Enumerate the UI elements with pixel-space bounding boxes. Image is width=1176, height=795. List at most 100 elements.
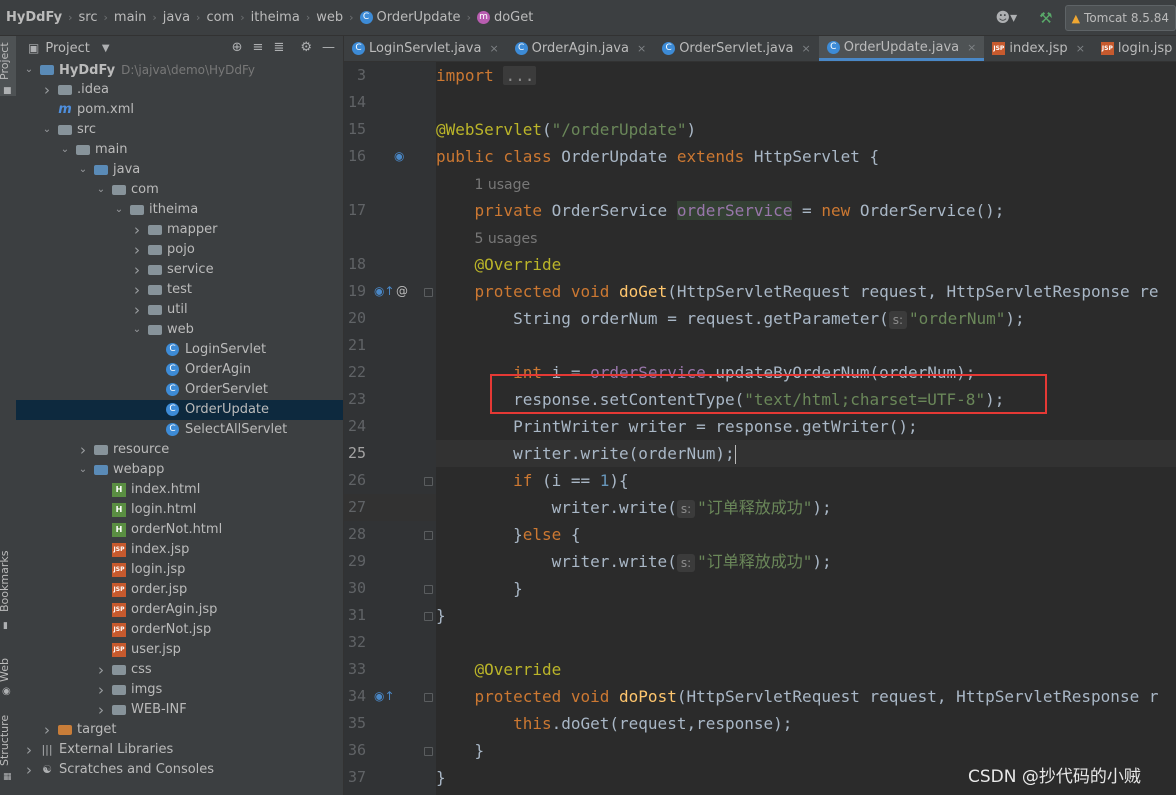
tree-item-login-html[interactable]: Hlogin.html [16, 500, 343, 520]
chevron-down-icon[interactable]: ▼ [102, 43, 110, 54]
editor-tab[interactable]: C OrderUpdate.java × [818, 36, 985, 61]
chevron-right-icon[interactable]: › [96, 660, 106, 680]
close-icon[interactable]: × [637, 42, 646, 55]
user-icon[interactable]: ☻▾ [995, 10, 1017, 26]
chevron-down-icon[interactable]: ⌄ [60, 140, 70, 160]
tree-item-src[interactable]: ⌄ src [16, 120, 343, 140]
tree-item-pojo[interactable]: › pojo [16, 240, 343, 260]
chevron-right-icon[interactable]: › [42, 80, 52, 100]
chevron-down-icon[interactable]: ⌄ [24, 60, 34, 80]
servlet-gutter-icon[interactable]: ◉ [394, 149, 404, 163]
tree-item-service[interactable]: › service [16, 260, 343, 280]
chevron-down-icon[interactable]: ⌄ [114, 200, 124, 220]
web-tool-button[interactable]: Web [0, 658, 11, 682]
tree-item-orderservlet[interactable]: C OrderServlet [16, 380, 343, 400]
close-icon[interactable]: × [489, 42, 498, 55]
tree-item-orderagin[interactable]: C OrderAgin [16, 360, 343, 380]
tree-item-login-jsp[interactable]: JSP login.jsp [16, 560, 343, 580]
hide-icon[interactable]: — [322, 40, 335, 55]
chevron-right-icon[interactable]: › [96, 680, 106, 700]
tree-item-webapp[interactable]: ⌄ webapp [16, 460, 343, 480]
chevron-down-icon[interactable]: ⌄ [132, 320, 142, 340]
locate-icon[interactable]: ⊕ [232, 40, 243, 55]
fold-marker-icon[interactable] [424, 531, 433, 540]
editor-tab[interactable]: JSPlogin.jsp× [1093, 36, 1176, 61]
breadcrumb-item[interactable]: HyDdFy [0, 10, 65, 25]
tree-item-index-jsp[interactable]: JSP index.jsp [16, 540, 343, 560]
tree-item-external-libraries[interactable]: › ||| External Libraries [16, 740, 343, 760]
gear-icon[interactable]: ⚙ [300, 40, 312, 55]
breadcrumb-item[interactable]: itheima [248, 10, 303, 25]
chevron-right-icon[interactable]: › [96, 700, 106, 720]
close-icon[interactable]: × [967, 41, 976, 54]
editor-tab[interactable]: JSP index.jsp × [984, 36, 1093, 61]
tree-item-css[interactable]: › css [16, 660, 343, 680]
editor-tab[interactable]: C LoginServlet.java × [344, 36, 507, 61]
close-icon[interactable]: × [802, 42, 811, 55]
breadcrumb-item[interactable]: com [203, 10, 237, 25]
editor-tab[interactable]: C OrderServlet.java × [654, 36, 819, 61]
project-panel-title[interactable]: Project [45, 41, 89, 56]
tree-item-order-jsp[interactable]: JSP order.jsp [16, 580, 343, 600]
tree-item-index-html[interactable]: Hindex.html [16, 480, 343, 500]
close-icon[interactable]: × [1076, 42, 1085, 55]
chevron-down-icon[interactable]: ⌄ [42, 120, 52, 140]
override-gutter-icon[interactable]: ◉↑ [374, 284, 395, 298]
tree-item-pom-xml[interactable]: m pom.xml [16, 100, 343, 120]
tree-item-imgs[interactable]: › imgs [16, 680, 343, 700]
fold-marker-icon[interactable] [424, 693, 433, 702]
tree-item-ordernot-html[interactable]: HorderNot.html [16, 520, 343, 540]
tree-item-main[interactable]: ⌄ main [16, 140, 343, 160]
tree-item-java[interactable]: ⌄ java [16, 160, 343, 180]
code-editor[interactable]: import ... @WebServlet("/orderUpdate") pub… [436, 62, 1176, 795]
tree-item-orderagin-jsp[interactable]: JSP orderAgin.jsp [16, 600, 343, 620]
chevron-down-icon[interactable]: ⌄ [78, 460, 88, 480]
tree-item-hyddfy[interactable]: ⌄ HyDdFy D:\jajva\demo\HyDdFy [16, 60, 343, 80]
tree-item-test[interactable]: › test [16, 280, 343, 300]
bookmarks-tool-button[interactable]: Bookmarks [0, 551, 11, 612]
chevron-right-icon[interactable]: › [132, 300, 142, 320]
tree-item-loginservlet[interactable]: C LoginServlet [16, 340, 343, 360]
fold-marker-icon[interactable] [424, 612, 433, 621]
override-gutter-icon[interactable]: ◉↑ [374, 689, 395, 703]
chevron-right-icon[interactable]: › [132, 260, 142, 280]
tree-item-selectallservlet[interactable]: C SelectAllServlet [16, 420, 343, 440]
breadcrumb-item[interactable]: m doGet [474, 10, 536, 25]
tree-item-ordernot-jsp[interactable]: JSP orderNot.jsp [16, 620, 343, 640]
tree-item-web[interactable]: ⌄ web [16, 320, 343, 340]
tree-item-resource[interactable]: › resource [16, 440, 343, 460]
tree-item-target[interactable]: › target [16, 720, 343, 740]
tree-item-com[interactable]: ⌄ com [16, 180, 343, 200]
chevron-right-icon[interactable]: › [132, 240, 142, 260]
chevron-down-icon[interactable]: ⌄ [96, 180, 106, 200]
tree-item-scratches-and-consoles[interactable]: › ☯ Scratches and Consoles [16, 760, 343, 780]
chevron-right-icon[interactable]: › [78, 440, 88, 460]
fold-marker-icon[interactable] [424, 477, 433, 486]
chevron-right-icon[interactable]: › [24, 740, 34, 760]
fold-marker-icon[interactable] [424, 288, 433, 297]
breadcrumb-item[interactable]: main [111, 10, 149, 25]
breadcrumb-item[interactable]: src [76, 10, 101, 25]
chevron-right-icon[interactable]: › [132, 220, 142, 240]
annotation-gutter-icon[interactable]: @ [396, 284, 408, 298]
breadcrumb-item[interactable]: java [160, 10, 193, 25]
chevron-right-icon[interactable]: › [24, 760, 34, 780]
run-configuration-selector[interactable]: ▲ Tomcat 8.5.84 [1064, 5, 1176, 31]
breadcrumb-item[interactable]: web [313, 10, 346, 25]
editor-tab[interactable]: C OrderAgin.java × [507, 36, 655, 61]
build-hammer-icon[interactable]: ⚒ [1039, 9, 1052, 27]
tree-item-web-inf[interactable]: › WEB-INF [16, 700, 343, 720]
chevron-right-icon[interactable]: › [42, 720, 52, 740]
collapse-all-icon[interactable]: ≣ [273, 40, 284, 55]
expand-all-icon[interactable]: ≡ [253, 40, 264, 55]
tree-item-mapper[interactable]: › mapper [16, 220, 343, 240]
tree-item--idea[interactable]: › .idea [16, 80, 343, 100]
tree-item-itheima[interactable]: ⌄ itheima [16, 200, 343, 220]
fold-marker-icon[interactable] [424, 585, 433, 594]
project-tool-button[interactable]: Project [0, 42, 11, 80]
tree-item-util[interactable]: › util [16, 300, 343, 320]
structure-tool-button[interactable]: Structure [0, 715, 11, 766]
chevron-right-icon[interactable]: › [132, 280, 142, 300]
tree-item-user-jsp[interactable]: JSP user.jsp [16, 640, 343, 660]
tree-item-orderupdate[interactable]: C OrderUpdate [16, 400, 343, 420]
